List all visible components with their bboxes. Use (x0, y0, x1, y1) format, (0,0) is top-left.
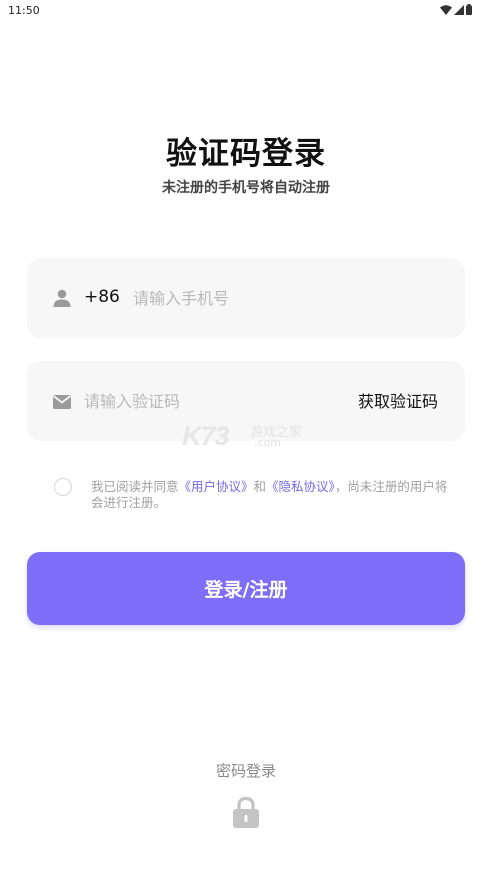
login-register-button[interactable]: 登录/注册 (27, 552, 465, 625)
user-icon (53, 289, 71, 307)
country-code[interactable]: +86 (84, 287, 120, 307)
status-icons (440, 4, 472, 15)
signal-icon (454, 4, 464, 15)
agreement-text: 我已阅读并同意《用户协议》和《隐私协议》，尚未注册的用户将会进行注册。 (91, 479, 451, 511)
status-bar: 11:50 (0, 0, 492, 22)
status-time: 11:50 (8, 4, 40, 17)
page-subtitle: 未注册的手机号将自动注册 (162, 180, 330, 196)
watermark: K73 游戏之家 .com (182, 419, 312, 453)
page-title: 验证码登录 (166, 136, 326, 172)
phone-input[interactable] (133, 284, 433, 312)
wifi-icon (440, 4, 452, 15)
code-input[interactable] (84, 387, 324, 415)
battery-icon (466, 4, 472, 15)
user-agreement-link[interactable]: 《用户协议》 (179, 479, 254, 494)
watermark-logo: K73 (182, 421, 230, 451)
agreement-checkbox[interactable] (54, 478, 72, 496)
watermark-sub: .com (254, 436, 281, 449)
privacy-policy-link[interactable]: 《隐私协议》 (266, 479, 335, 494)
mail-icon (52, 395, 72, 409)
get-code-button[interactable]: 获取验证码 (358, 388, 438, 412)
lock-icon[interactable] (232, 796, 260, 828)
agreement-conjunction: 和 (253, 479, 267, 494)
phone-field[interactable]: +86 (27, 258, 465, 338)
agreement-prefix: 我已阅读并同意 (91, 479, 179, 494)
password-login-link[interactable]: 密码登录 (0, 760, 492, 781)
